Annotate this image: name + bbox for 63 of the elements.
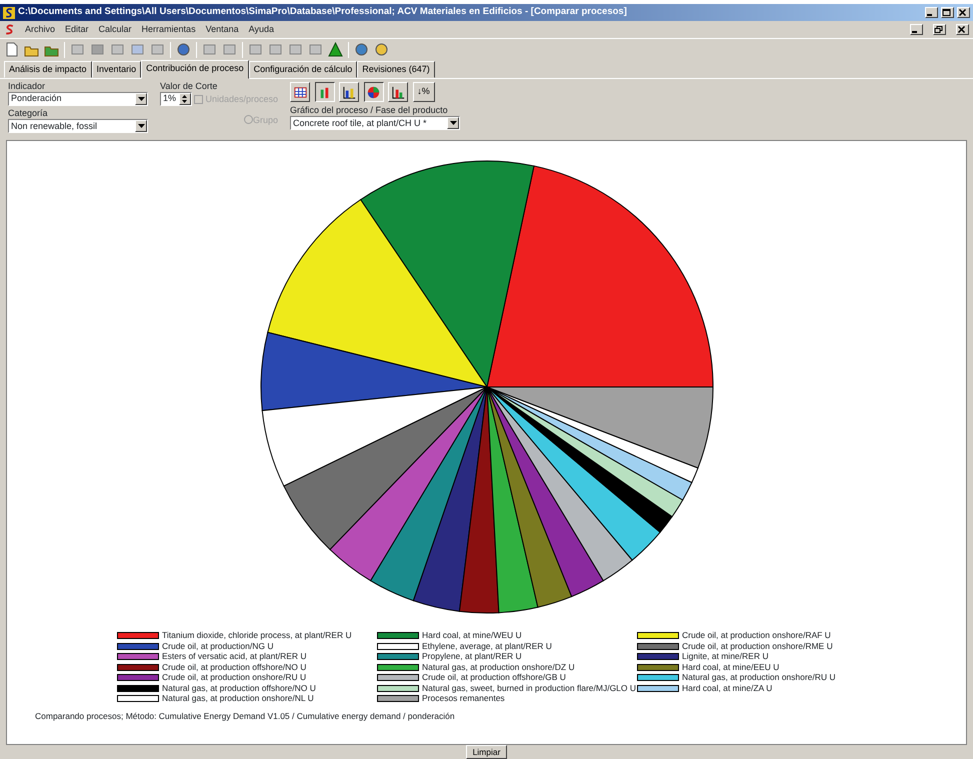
app-icon xyxy=(4,23,15,36)
legend-label: Natural gas, at production onshore/RU U xyxy=(682,672,836,684)
legend-label: Titanium dioxide, chloride process, at plant/RER U xyxy=(162,629,352,642)
bar-chart-button[interactable] xyxy=(314,82,334,102)
spin-arrows-icon xyxy=(178,93,191,105)
field-label: Valor de Corte xyxy=(160,81,218,92)
tab[interactable]: Análisis de impacto xyxy=(4,60,92,78)
legend-label: Natural gas, sweet, burned in production flare/MJ/GLO U xyxy=(422,682,636,695)
column-chart-icon xyxy=(390,84,406,100)
process-dropdown[interactable]: Concrete roof tile, at plant/CH U * xyxy=(290,116,460,130)
pie-chart-button[interactable] xyxy=(364,82,384,102)
legend-label: Hard coal, at mine/WEU U xyxy=(422,629,522,642)
legend-label: Natural gas, at production onshore/NL U xyxy=(162,693,314,706)
cutoff-spinner[interactable]: 1% xyxy=(160,92,192,106)
legend-label: Propylene, at plant/RER U xyxy=(422,651,522,664)
menu-item[interactable]: Ventana xyxy=(206,22,239,36)
window-title: C:\Documents and Settings\All Users\Documentos\SimaPro\Database\Professional; ACV Materiales en Edificios - [Comparar procesos] xyxy=(18,5,627,20)
menu-item[interactable]: Ayuda xyxy=(248,22,274,36)
menu-item[interactable]: Archivo xyxy=(25,22,56,36)
stacked-chart-button[interactable] xyxy=(339,82,359,102)
category-dropdown[interactable]: Non renewable, fossil xyxy=(8,119,148,134)
legend-label: Crude oil, at production/NG U xyxy=(162,640,274,652)
chart-caption: Comparando procesos; Método: Cumulative Energy Demand V1.05 / Cumulative energy demand / ponderación xyxy=(35,710,455,723)
field-label: Gráfico del proceso / Fase del producto xyxy=(290,105,449,116)
legend-label: Crude oil, at production onshore/RU U xyxy=(162,672,306,684)
restore-button[interactable] xyxy=(933,24,946,35)
stacked-chart-icon xyxy=(342,84,356,100)
column-chart-button[interactable] xyxy=(388,82,408,102)
clear-button[interactable]: Limpiar xyxy=(466,744,508,759)
field-label: Categoría xyxy=(8,108,49,120)
maximize-button[interactable] xyxy=(941,7,954,18)
tab[interactable]: Inventario xyxy=(92,60,142,78)
new-file-icon[interactable] xyxy=(4,42,19,57)
table-view-button[interactable] xyxy=(290,82,310,102)
legend-label: Esters of versatic acid, at plant/RER U xyxy=(162,651,307,664)
close-button[interactable] xyxy=(956,24,969,35)
menu-item[interactable]: Editar xyxy=(65,22,89,36)
legend-label: Lignite, at mine/RER U xyxy=(682,651,768,664)
menu-item[interactable]: Herramientas xyxy=(142,22,196,36)
legend-label: Hard coal, at mine/ZA U xyxy=(682,682,772,695)
legend-label: Natural gas, at production onshore/DZ U xyxy=(422,661,575,674)
minimize-button[interactable] xyxy=(925,7,938,18)
legend-label: Natural gas, at production offshore/NO U xyxy=(162,682,316,694)
tab[interactable]: Revisiones (647) xyxy=(357,60,435,78)
indicator-dropdown[interactable]: Ponderación xyxy=(8,92,148,106)
legend-label: Crude oil, at production offshore/NO U xyxy=(162,661,306,674)
field-label: Indicador xyxy=(8,81,46,92)
app-icon xyxy=(3,6,15,18)
legend-label: Procesos remanentes xyxy=(422,693,505,706)
sort-percent-button[interactable]: ↓% xyxy=(412,82,434,102)
legend-label: Crude oil, at production offshore/GB U xyxy=(422,672,566,684)
table-view-icon xyxy=(292,84,308,100)
peak-chart-icon[interactable] xyxy=(328,42,343,57)
legend-label: Hard coal, at mine/EEU U xyxy=(682,661,780,674)
legend-label: Crude oil, at production onshore/RAF U xyxy=(682,629,831,642)
tab[interactable]: Contribución de proceso xyxy=(141,60,249,79)
minimize-button[interactable] xyxy=(910,24,923,35)
close-button[interactable] xyxy=(957,7,970,18)
menu-item[interactable]: Calcular xyxy=(98,22,132,36)
tab[interactable]: Configuración de cálculo xyxy=(248,60,358,78)
pie-chart-icon xyxy=(366,84,381,100)
legend-label: Ethylene, average, at plant/RER U xyxy=(422,640,552,652)
legend-label: Crude oil, at production onshore/RME U xyxy=(682,640,833,652)
